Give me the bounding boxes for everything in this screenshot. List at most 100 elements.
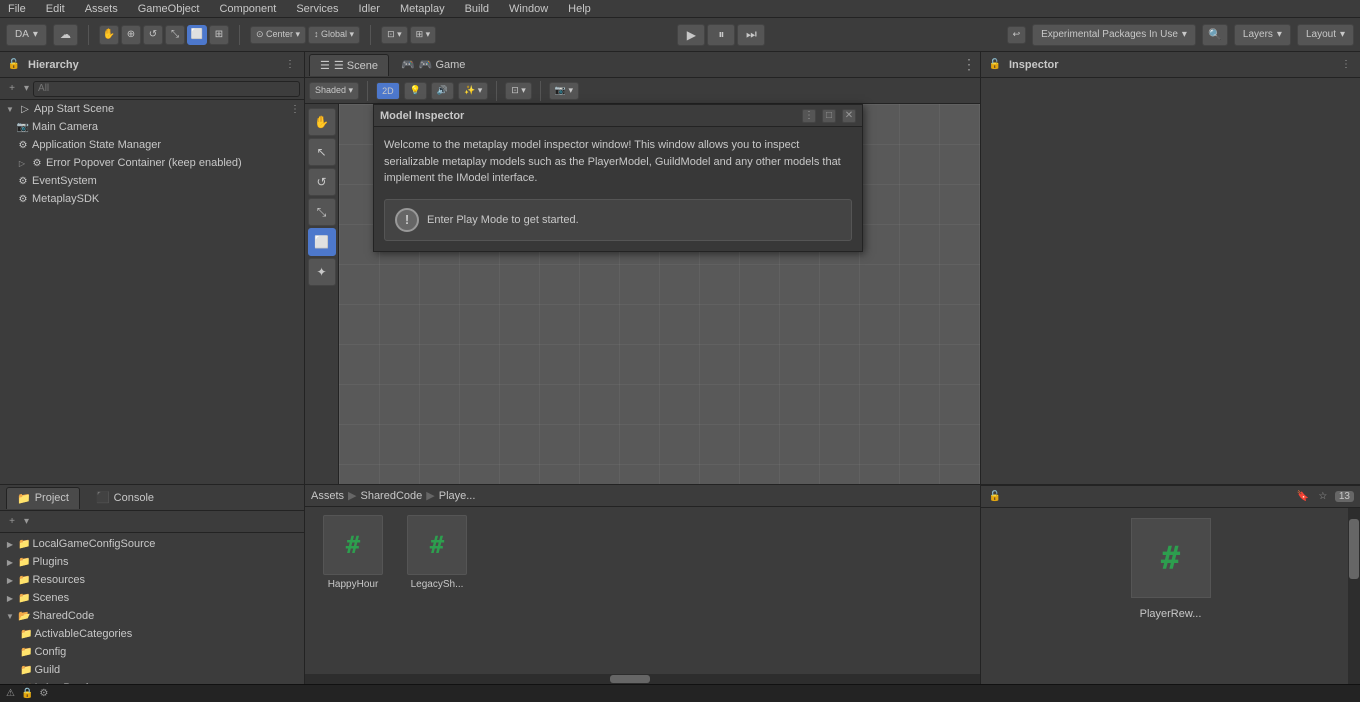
hierarchy-add-icon[interactable]: + [4,81,20,97]
folder-plugins[interactable]: ▶ 📁 Plugins [0,553,304,571]
lighting-button[interactable]: 💡 [404,82,427,100]
folder-local-game-config[interactable]: ▶ 📁 LocalGameConfigSource [0,535,304,553]
menu-metaplay[interactable]: Metaplay [396,3,449,15]
play-button[interactable]: ▶ [677,24,705,46]
layout-dropdown-button[interactable]: Layout ▾ [1297,24,1354,46]
folder-label-config: Config [34,646,66,658]
hierarchy-item-error-popover[interactable]: ▷ ⚙ Error Popover Container (keep enable… [0,154,304,172]
fx-button[interactable]: ✨ ▾ [458,82,488,100]
tab-game[interactable]: 🎮 🎮 Game [391,54,475,76]
scene-grid-area[interactable]: Model Inspector ⋮ □ ✕ Welcome to the met… [339,104,980,484]
folder-scenes[interactable]: ▶ 📁 Scenes [0,589,304,607]
breadcrumb-shared-code[interactable]: SharedCode [360,490,422,502]
hierarchy-lock-icon[interactable]: 🔓 [6,57,22,73]
hierarchy-more-icon[interactable]: ⋮ [282,57,298,73]
hand-scene-tool[interactable]: ✋ [308,108,336,136]
hierarchy-item-app-start-scene[interactable]: ▼ ▷ App Start Scene ⋮ [0,100,304,118]
folder-icon-4: 📁 [18,593,30,604]
folder-config[interactable]: 📁 Config [0,643,304,661]
hierarchy-item-main-camera[interactable]: 📷 Main Camera [0,118,304,136]
inspector-more-icon[interactable]: ⋮ [1338,57,1354,73]
tab-more-icon[interactable]: ⋮ [962,56,976,73]
folder-icon-3: 📁 [18,575,30,586]
rect-scene-tool[interactable]: ⬜ [308,228,336,256]
inspector-bookmark-icon[interactable]: 🔖 [1295,489,1311,505]
audio-button[interactable]: 🔊 [431,82,454,100]
model-inspector-close-icon[interactable]: ✕ [842,109,856,123]
transform-tool-button[interactable]: ⊞ [209,25,229,45]
menu-file[interactable]: File [4,3,30,15]
menu-idler[interactable]: Idler [355,3,384,15]
shading-mode-button[interactable]: Shaded ▾ [309,82,359,100]
undo-button[interactable]: ↩ [1007,26,1027,44]
grid-button[interactable]: ⊞ ▾ [410,26,437,44]
hierarchy-item-event-system[interactable]: ⚙ EventSystem [0,172,304,190]
inspector-content [981,78,1360,484]
tab-console[interactable]: ⬛ Console [86,487,164,509]
step-button[interactable]: ⏭ [737,24,765,46]
move-tool-button[interactable]: ⊕ [121,25,141,45]
asset-item-legacy-sh[interactable]: # LegacySh... [397,515,477,590]
game-tab-label: 🎮 Game [419,58,466,71]
tab-project[interactable]: 📁 Project [6,487,80,509]
folder-resources[interactable]: ▶ 📁 Resources [0,571,304,589]
rotate-tool-button[interactable]: ↺ [143,25,163,45]
asset-item-happy-hour[interactable]: # HappyHour [313,515,393,590]
model-inspector-maximize-icon[interactable]: □ [822,109,836,123]
inspector-star-icon[interactable]: ☆ [1315,489,1331,505]
scale-tool-button[interactable]: ⤡ [165,25,185,45]
arrow-scene-tool[interactable]: ↖ [308,138,336,166]
separator-3 [370,25,371,45]
bottom-area: 📁 Project ⬛ Console + ▾ ▶ 📁 LocalGameCon… [0,484,1360,684]
inspector-panel: 🔓 Inspector ⋮ [980,52,1360,484]
hierarchy-item-metaplay-sdk[interactable]: ⚙ MetaplaySDK [0,190,304,208]
camera-settings-button[interactable]: 📷 ▾ [549,82,579,100]
menu-assets[interactable]: Assets [81,3,122,15]
cloud-button[interactable]: ☁ [53,24,78,46]
menu-build[interactable]: Build [461,3,493,15]
menu-services[interactable]: Services [292,3,342,15]
inspector-lock-icon[interactable]: 🔓 [987,57,1003,73]
rect-tool-button[interactable]: ⬜ [187,25,207,45]
breadcrumb-assets[interactable]: Assets [311,490,344,502]
assets-scrollbar-h[interactable] [305,674,980,684]
pause-button[interactable]: ⏸ [707,24,735,46]
gizmos-button[interactable]: ⊡ ▾ [505,82,532,100]
search-button[interactable]: 🔍 [1202,24,1228,46]
folder-icon-1: 📁 [18,539,30,550]
model-inspector-menu-icon[interactable]: ⋮ [802,109,816,123]
extra-scene-tool[interactable]: ✦ [308,258,336,286]
status-icon-3: ⚙ [39,688,48,699]
snap-button[interactable]: ⊡ ▾ [381,26,408,44]
experimental-packages-button[interactable]: Experimental Packages In Use ▾ [1032,24,1196,46]
scene-view: ✋ ↖ ↺ ⤡ ⬜ ✦ Model Inspector ⋮ □ ✕ [305,104,980,484]
folder-activable-categories[interactable]: 📁 ActivableCategories [0,625,304,643]
menu-edit[interactable]: Edit [42,3,69,15]
hierarchy-item-app-state-manager[interactable]: ⚙ Application State Manager [0,136,304,154]
project-add-icon[interactable]: + [4,514,20,530]
folder-icon-7: 📁 [20,647,32,658]
menu-gameobject[interactable]: GameObject [134,3,204,15]
hand-tool-button[interactable]: ✋ [99,25,119,45]
breadcrumb-playe[interactable]: Playe... [439,490,476,502]
menu-window[interactable]: Window [505,3,552,15]
layers-chevron-icon: ▾ [1277,29,1282,40]
2d-mode-button[interactable]: 2D [376,82,400,100]
tab-scene[interactable]: ☰ ☰ Scene [309,54,389,76]
da-dropdown-button[interactable]: DA ▾ [6,24,47,46]
resize-scene-tool[interactable]: ⤡ [308,198,336,226]
center-panel: ☰ ☰ Scene 🎮 🎮 Game ⋮ Shaded ▾ 2D 💡 🔊 ✨ ▾… [305,52,980,484]
rotate-scene-tool[interactable]: ↺ [308,168,336,196]
inspector-scrollbar-v[interactable] [1348,508,1360,684]
pivot-button[interactable]: ⊙ Center ▾ [250,26,306,44]
status-icon-1: ⚠ [6,688,15,699]
hierarchy-kebab-icon[interactable]: ⋮ [290,104,300,115]
menu-help[interactable]: Help [564,3,595,15]
hierarchy-search-input[interactable] [33,81,300,97]
folder-guild[interactable]: 📁 Guild [0,661,304,679]
global-button[interactable]: ↕ Global ▾ [308,26,360,44]
layers-dropdown-button[interactable]: Layers ▾ [1234,24,1291,46]
inspector-bottom-lock-icon[interactable]: 🔓 [987,489,1003,505]
folder-shared-code[interactable]: ▼ 📂 SharedCode [0,607,304,625]
menu-component[interactable]: Component [215,3,280,15]
